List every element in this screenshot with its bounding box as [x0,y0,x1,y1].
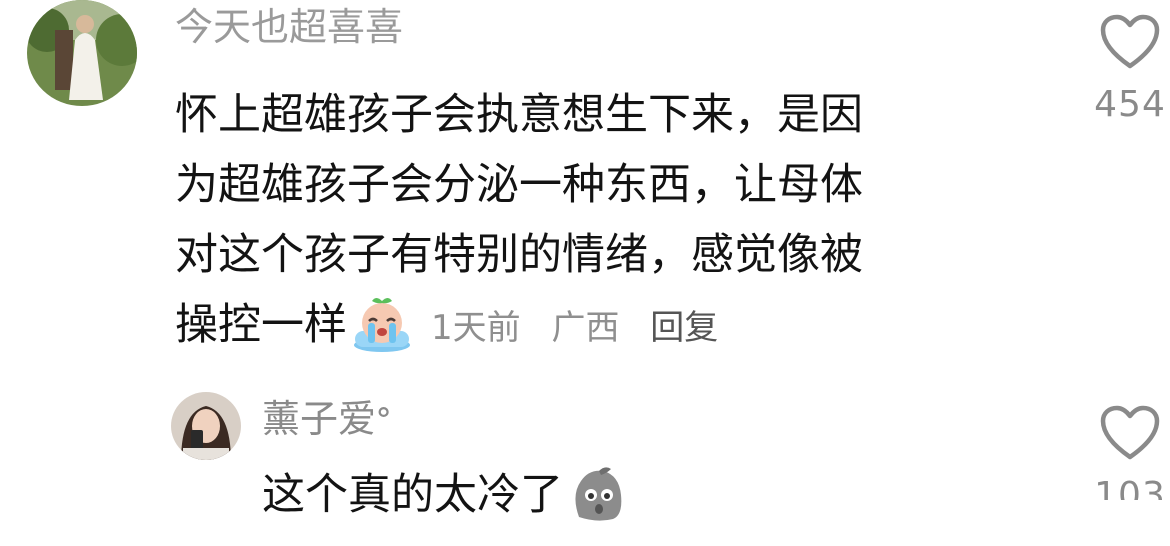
watermark-mask [960,500,1170,546]
comment-body: 怀上超雄孩子会执意想生下来，是因 为超雄孩子会分泌一种东西，让母体 对这个孩子有… [175,80,863,363]
reply-username[interactable]: 薰子爱ᐤ [262,388,391,443]
comment-line: 操控一样 [175,300,347,350]
reply-text: 这个真的太冷了 [262,470,563,520]
avatar[interactable] [27,0,137,106]
crying-face-emoji [351,295,413,353]
comment-line: 怀上超雄孩子会执意想生下来，是因 [175,90,863,140]
comment-time: 1天前 [431,308,521,348]
comment-meta: 1天前 广西 回复 [431,293,738,363]
heart-icon[interactable] [1099,405,1161,461]
like-button[interactable]: 454 [1090,14,1170,125]
comment-username[interactable]: 今天也超喜喜 [175,0,403,51]
comment-line: 为超雄孩子会分泌一种东西，让母体 [175,160,863,210]
heart-icon[interactable] [1099,14,1161,70]
reply-body: 这个真的太冷了 [262,460,625,530]
comment-location: 广西 [551,308,620,348]
reply-avatar[interactable] [171,392,241,460]
comment-last-line: 操控一样 1天前 广西 回复 [175,290,863,363]
like-count: 454 [1094,84,1166,125]
shocked-blob-emoji [569,465,625,523]
reply-button[interactable]: 回复 [650,308,718,348]
comment-line: 对这个孩子有特别的情绪，感觉像被 [175,230,863,280]
